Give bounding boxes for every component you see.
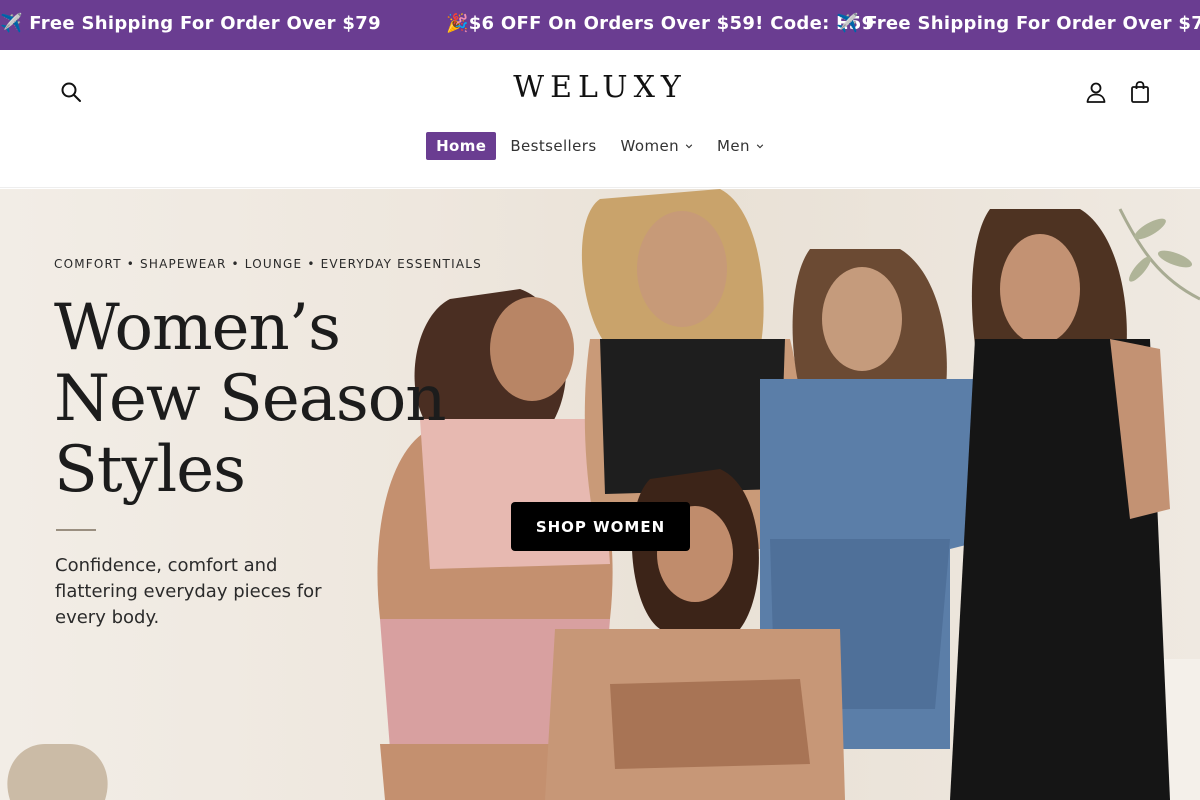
- nav-item-label: Men: [717, 137, 750, 155]
- nav-item-women[interactable]: Women: [611, 132, 703, 160]
- chevron-down-icon: [756, 144, 764, 149]
- main-nav: Home Bestsellers Women Men: [0, 132, 1200, 160]
- vase: [7, 744, 108, 800]
- chevron-down-icon: [685, 144, 693, 149]
- announcement-message: ✈️ Free Shipping For Order Over $79: [836, 13, 1200, 34]
- shopping-bag-icon: [1131, 81, 1149, 103]
- hero-kicker: COMFORT • SHAPEWEAR • LOUNGE • EVERYDAY …: [54, 257, 482, 271]
- shop-women-button[interactable]: SHOP WOMEN: [511, 502, 690, 551]
- nav-item-bestsellers[interactable]: Bestsellers: [500, 132, 606, 160]
- headline-line: New Season: [54, 362, 446, 436]
- account-button[interactable]: [1082, 78, 1110, 106]
- user-icon: [1086, 82, 1106, 103]
- nav-item-label: Home: [436, 137, 487, 155]
- headline-line: Styles: [54, 433, 246, 507]
- site-logo[interactable]: WELUXY: [0, 70, 1200, 105]
- announcement-bar: ✈️ Free Shipping For Order Over $79 🎉$6 …: [0, 0, 1200, 50]
- nav-item-men[interactable]: Men: [707, 132, 774, 160]
- site-header: WELUXY Home Bestsellers Women Men: [0, 50, 1200, 188]
- hero-subcopy: Confidence, comfort and flattering every…: [55, 555, 322, 628]
- headline-line: Women’s: [54, 291, 341, 365]
- announcement-message: 🎉$6 OFF On Orders Over $59! Code: E59: [446, 13, 875, 34]
- hero-headline: Women’s New Season Styles: [54, 293, 484, 506]
- announcement-message: ✈️ Free Shipping For Order Over $79: [0, 13, 381, 34]
- divider: [56, 529, 96, 531]
- hero-banner[interactable]: COMFORT • SHAPEWEAR • LOUNGE • EVERYDAY …: [0, 189, 1200, 800]
- nav-item-label: Bestsellers: [510, 137, 597, 155]
- model-4: [950, 209, 1170, 800]
- nav-item-home[interactable]: Home: [426, 132, 497, 160]
- nav-item-label: Women: [620, 137, 680, 155]
- plant-decoration: [1118, 208, 1200, 301]
- cart-button[interactable]: [1126, 78, 1154, 106]
